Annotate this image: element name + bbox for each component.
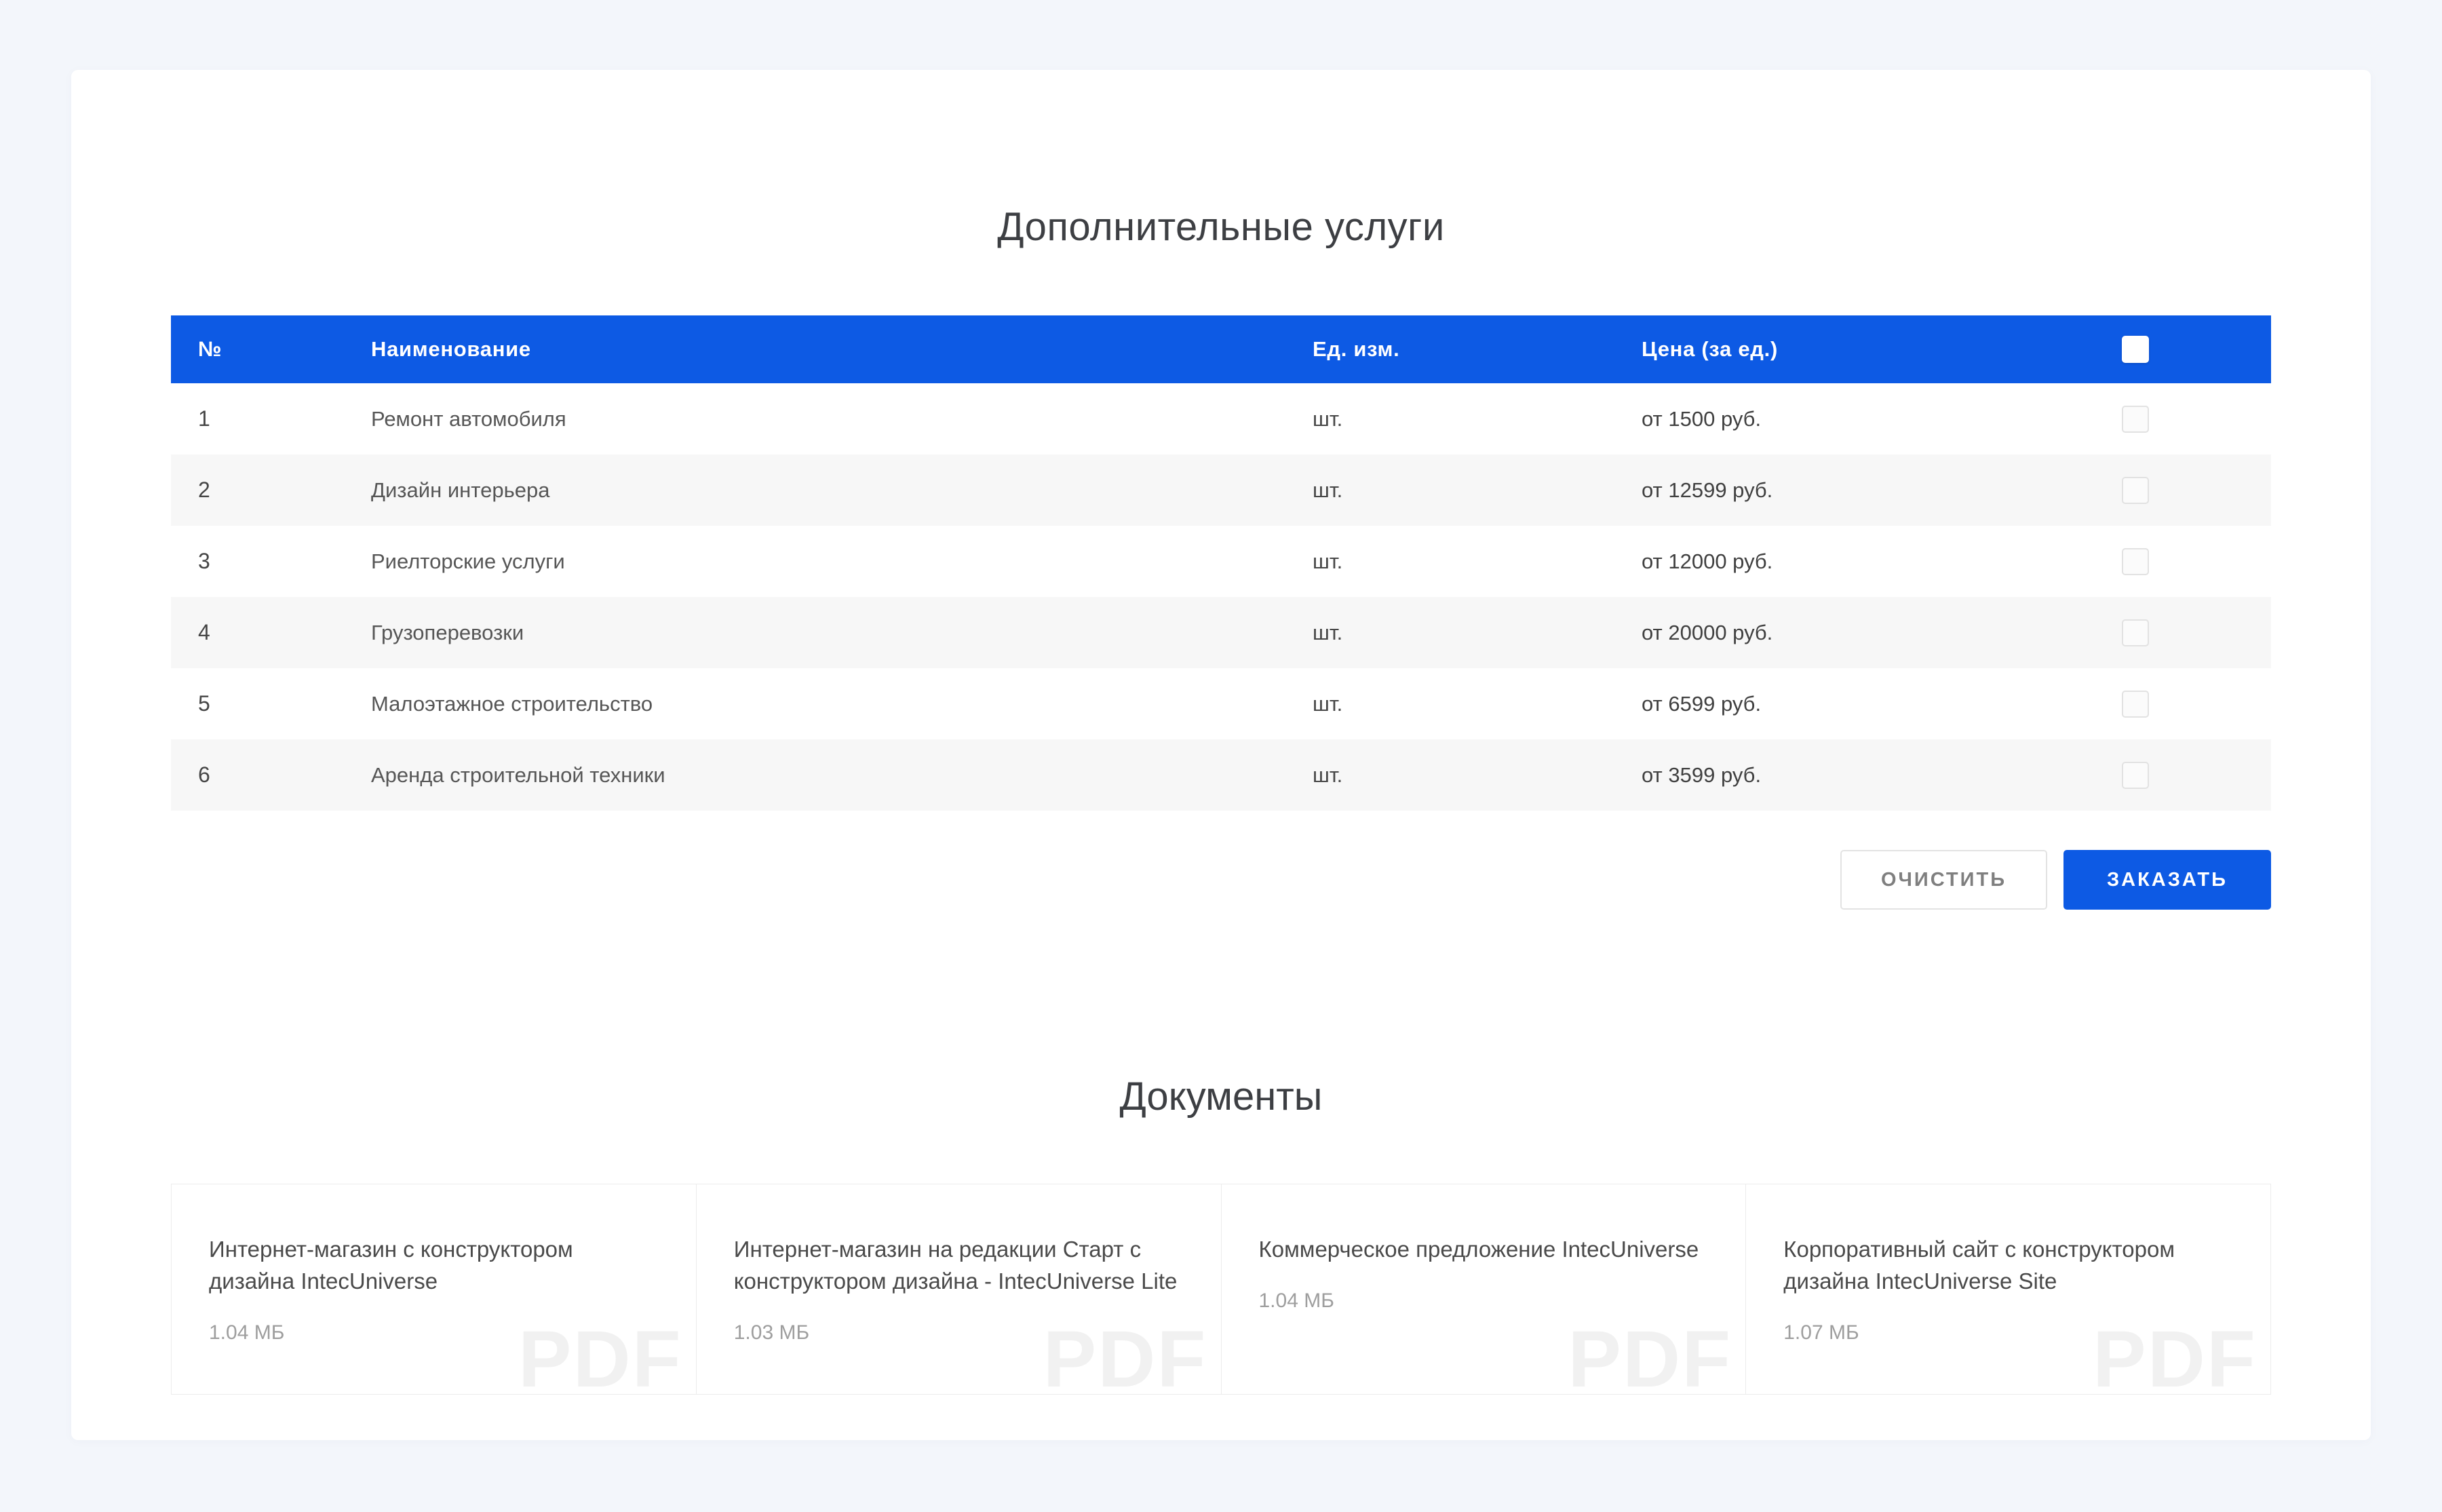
column-header-number: № (171, 337, 371, 362)
table-row: 1 Ремонт автомобиля шт. от 1500 руб. (171, 383, 2271, 454)
document-size: 1.04 МБ (1259, 1290, 1709, 1313)
row-number: 3 (171, 549, 371, 574)
documents-title: Документы (171, 910, 2271, 1121)
row-number: 5 (171, 691, 371, 716)
table-row: 3 Риелторские услуги шт. от 12000 руб. (171, 526, 2271, 597)
services-table: № Наименование Ед. изм. Цена (за ед.) 1 … (171, 315, 2271, 811)
row-unit: шт. (1313, 692, 1642, 716)
row-number: 6 (171, 762, 371, 788)
content-panel: Дополнительные услуги № Наименование Ед.… (71, 70, 2371, 1440)
column-header-unit: Ед. изм. (1313, 337, 1642, 362)
column-header-price: Цена (за ед.) (1642, 337, 2103, 362)
row-number: 4 (171, 620, 371, 645)
row-select-cell (2103, 406, 2271, 433)
row-unit: шт. (1313, 478, 1642, 503)
row-service-name: Риелторские услуги (371, 549, 1313, 574)
row-select-cell (2103, 477, 2271, 504)
document-title: Интернет-магазин с конструктором дизайна… (209, 1233, 659, 1297)
document-card[interactable]: Интернет-магазин с конструктором дизайна… (172, 1184, 696, 1394)
document-title: Коммерческое предложение IntecUniverse (1259, 1233, 1709, 1265)
document-card[interactable]: Корпоративный сайт с конструктором дизай… (1745, 1184, 2270, 1394)
row-select-cell (2103, 762, 2271, 789)
row-unit: шт. (1313, 407, 1642, 431)
row-select-cell (2103, 548, 2271, 575)
row-price: от 12599 руб. (1642, 478, 2103, 503)
table-header-row: № Наименование Ед. изм. Цена (за ед.) (171, 315, 2271, 383)
document-size: 1.04 МБ (209, 1321, 659, 1344)
table-row: 4 Грузоперевозки шт. от 20000 руб. (171, 597, 2271, 668)
document-card[interactable]: Коммерческое предложение IntecUniverse 1… (1221, 1184, 1746, 1394)
document-title: Корпоративный сайт с конструктором дизай… (1783, 1233, 2233, 1297)
row-price: от 6599 руб. (1642, 692, 2103, 716)
row-unit: шт. (1313, 549, 1642, 574)
row-number: 1 (171, 406, 371, 431)
row-unit: шт. (1313, 763, 1642, 788)
document-size: 1.03 МБ (734, 1321, 1184, 1344)
row-select-cell (2103, 691, 2271, 718)
document-size: 1.07 МБ (1783, 1321, 2233, 1344)
document-title: Интернет-магазин на редакции Старт с кон… (734, 1233, 1184, 1297)
document-card[interactable]: Интернет-магазин на редакции Старт с кон… (696, 1184, 1221, 1394)
column-header-select (2103, 336, 2271, 363)
row-checkbox[interactable] (2122, 477, 2149, 504)
pdf-watermark: PDF (1568, 1319, 1732, 1394)
row-checkbox[interactable] (2122, 691, 2149, 718)
row-service-name: Ремонт автомобиля (371, 407, 1313, 431)
row-checkbox[interactable] (2122, 406, 2149, 433)
column-header-name: Наименование (371, 337, 1313, 362)
row-service-name: Аренда строительной техники (371, 763, 1313, 788)
row-checkbox[interactable] (2122, 548, 2149, 575)
row-service-name: Малоэтажное строительство (371, 692, 1313, 716)
row-number: 2 (171, 478, 371, 503)
row-service-name: Дизайн интерьера (371, 478, 1313, 503)
table-row: 6 Аренда строительной техники шт. от 359… (171, 739, 2271, 811)
clear-button[interactable]: ОЧИСТИТЬ (1840, 850, 2047, 910)
row-price: от 3599 руб. (1642, 763, 2103, 788)
row-checkbox[interactable] (2122, 762, 2149, 789)
row-service-name: Грузоперевозки (371, 621, 1313, 645)
documents-list: Интернет-магазин с конструктором дизайна… (171, 1184, 2271, 1395)
table-actions: ОЧИСТИТЬ ЗАКАЗАТЬ (171, 850, 2271, 910)
row-price: от 12000 руб. (1642, 549, 2103, 574)
page-background: Дополнительные услуги № Наименование Ед.… (0, 0, 2442, 1512)
row-price: от 1500 руб. (1642, 407, 2103, 431)
panel-inner: Дополнительные услуги № Наименование Ед.… (71, 70, 2371, 1395)
row-select-cell (2103, 619, 2271, 646)
row-unit: шт. (1313, 621, 1642, 645)
services-title: Дополнительные услуги (171, 70, 2271, 251)
table-row: 5 Малоэтажное строительство шт. от 6599 … (171, 668, 2271, 739)
row-checkbox[interactable] (2122, 619, 2149, 646)
order-button[interactable]: ЗАКАЗАТЬ (2063, 850, 2271, 910)
table-body: 1 Ремонт автомобиля шт. от 1500 руб. 2 Д… (171, 383, 2271, 811)
select-all-checkbox[interactable] (2122, 336, 2149, 363)
table-row: 2 Дизайн интерьера шт. от 12599 руб. (171, 454, 2271, 526)
row-price: от 20000 руб. (1642, 621, 2103, 645)
